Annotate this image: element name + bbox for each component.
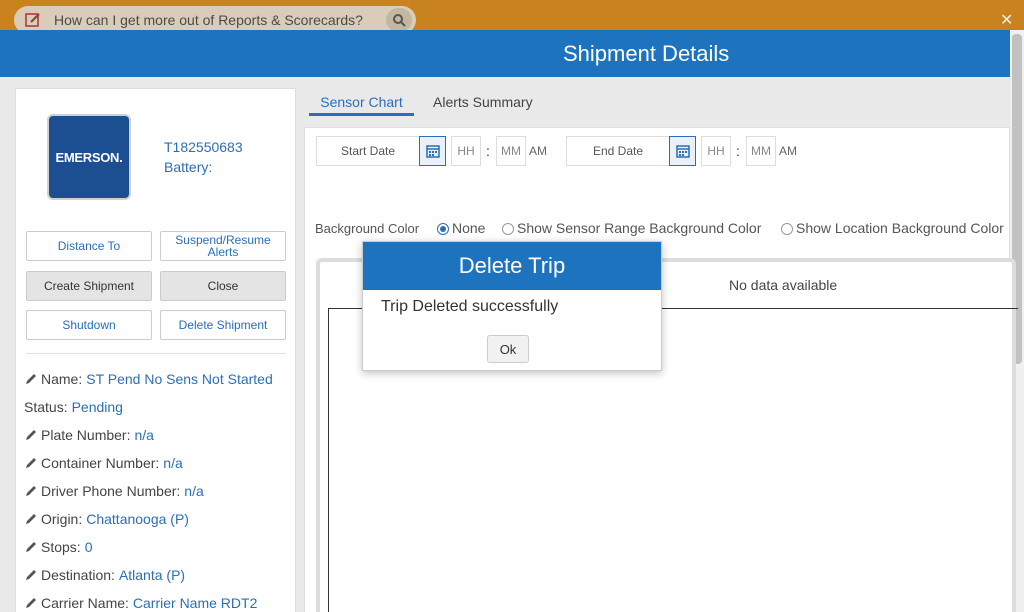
help-question-text[interactable]: How can I get more out of Reports & Scor…: [54, 12, 363, 28]
dialog-title: Delete Trip: [458, 253, 566, 278]
container-row: Container Number: n/a: [24, 455, 183, 471]
stops-value[interactable]: 0: [85, 539, 93, 555]
active-tab-indicator: [309, 113, 414, 116]
tab-alerts-summary[interactable]: Alerts Summary: [433, 94, 533, 110]
create-shipment-button[interactable]: Create Shipment: [26, 271, 152, 301]
plate-value[interactable]: n/a: [134, 427, 153, 443]
device-id[interactable]: T182550683: [164, 139, 243, 155]
status-row: Status: Pending: [24, 399, 123, 415]
suspend-resume-alerts-button[interactable]: Suspend/Resume Alerts: [160, 231, 286, 261]
radio-location-label[interactable]: Show Location Background Color: [796, 220, 1004, 236]
pencil-icon[interactable]: [24, 428, 38, 442]
modal-header: Shipment Details: [0, 30, 1010, 77]
pencil-icon[interactable]: [24, 456, 38, 470]
destination-value[interactable]: Atlanta (P): [119, 567, 185, 583]
name-label: Name:: [41, 371, 83, 387]
dialog-message: Trip Deleted successfully: [381, 298, 559, 315]
start-date-input[interactable]: Start Date: [316, 136, 420, 166]
plate-row: Plate Number: n/a: [24, 427, 154, 443]
radio-location[interactable]: [781, 223, 793, 235]
edit-icon[interactable]: [24, 11, 42, 29]
driver-phone-label: Driver Phone Number:: [41, 483, 181, 499]
background-color-label: Background Color: [315, 221, 420, 236]
origin-row: Origin: Chattanooga (P): [24, 511, 189, 527]
delete-trip-dialog: Delete Trip Trip Deleted successfully Ok: [362, 241, 662, 371]
name-row: Name: ST Pend No Sens Not Started: [24, 371, 273, 387]
divider: [26, 353, 286, 354]
page-title: Shipment Details: [563, 41, 730, 66]
origin-value[interactable]: Chattanooga (P): [86, 511, 189, 527]
container-label: Container Number:: [41, 455, 160, 471]
driver-phone-row: Driver Phone Number: n/a: [24, 483, 204, 499]
start-minute-input[interactable]: MM: [496, 136, 526, 166]
start-hour-input[interactable]: HH: [451, 136, 481, 166]
pencil-icon[interactable]: [24, 484, 38, 498]
time-separator: :: [736, 143, 740, 159]
end-minute-input[interactable]: MM: [746, 136, 776, 166]
stops-label: Stops:: [41, 539, 81, 555]
calendar-icon[interactable]: [419, 136, 446, 166]
destination-row: Destination: Atlanta (P): [24, 567, 185, 583]
pencil-icon[interactable]: [24, 596, 38, 610]
delete-shipment-button[interactable]: Delete Shipment: [160, 310, 286, 340]
carrier-row: Carrier Name: Carrier Name RDT2: [24, 595, 257, 611]
radio-sensor-range[interactable]: [502, 223, 514, 235]
origin-label: Origin:: [41, 511, 83, 527]
distance-to-button[interactable]: Distance To: [26, 231, 152, 261]
dialog-header: Delete Trip: [363, 242, 661, 290]
shipment-info-panel: EMERSON. T182550683 Battery: Distance To…: [15, 88, 296, 612]
radio-none-label[interactable]: None: [452, 220, 485, 236]
pencil-icon[interactable]: [24, 372, 38, 386]
close-button[interactable]: Close: [160, 271, 286, 301]
time-separator: :: [486, 143, 490, 159]
name-value[interactable]: ST Pend No Sens Not Started: [86, 371, 273, 387]
end-date-input[interactable]: End Date: [566, 136, 670, 166]
stops-row: Stops: 0: [24, 539, 93, 555]
no-data-message: No data available: [729, 277, 838, 293]
end-hour-input[interactable]: HH: [701, 136, 731, 166]
destination-label: Destination:: [41, 567, 115, 583]
start-ampm[interactable]: AM: [529, 144, 547, 158]
pencil-icon[interactable]: [24, 512, 38, 526]
carrier-value[interactable]: Carrier Name RDT2: [133, 595, 257, 611]
carrier-label: Carrier Name:: [41, 595, 129, 611]
pencil-icon[interactable]: [24, 540, 38, 554]
search-icon[interactable]: [386, 8, 412, 32]
radio-sensor-range-label[interactable]: Show Sensor Range Background Color: [517, 220, 761, 236]
container-value[interactable]: n/a: [163, 455, 182, 471]
close-icon[interactable]: ✕: [1000, 10, 1013, 30]
pencil-icon[interactable]: [24, 568, 38, 582]
battery-label: Battery:: [164, 159, 213, 175]
status-label: Status:: [24, 399, 68, 415]
status-value: Pending: [71, 399, 123, 415]
device-logo: EMERSON.: [47, 114, 131, 200]
tab-sensor-chart[interactable]: Sensor Chart: [309, 94, 414, 110]
shutdown-button[interactable]: Shutdown: [26, 310, 152, 340]
end-ampm[interactable]: AM: [779, 144, 797, 158]
plate-label: Plate Number:: [41, 427, 131, 443]
driver-phone-value[interactable]: n/a: [184, 483, 203, 499]
help-bar: How can I get more out of Reports & Scor…: [0, 0, 1024, 34]
radio-none[interactable]: [437, 223, 449, 235]
calendar-icon[interactable]: [669, 136, 696, 166]
logo-text: EMERSON.: [55, 149, 123, 165]
ok-button[interactable]: Ok: [487, 335, 529, 363]
